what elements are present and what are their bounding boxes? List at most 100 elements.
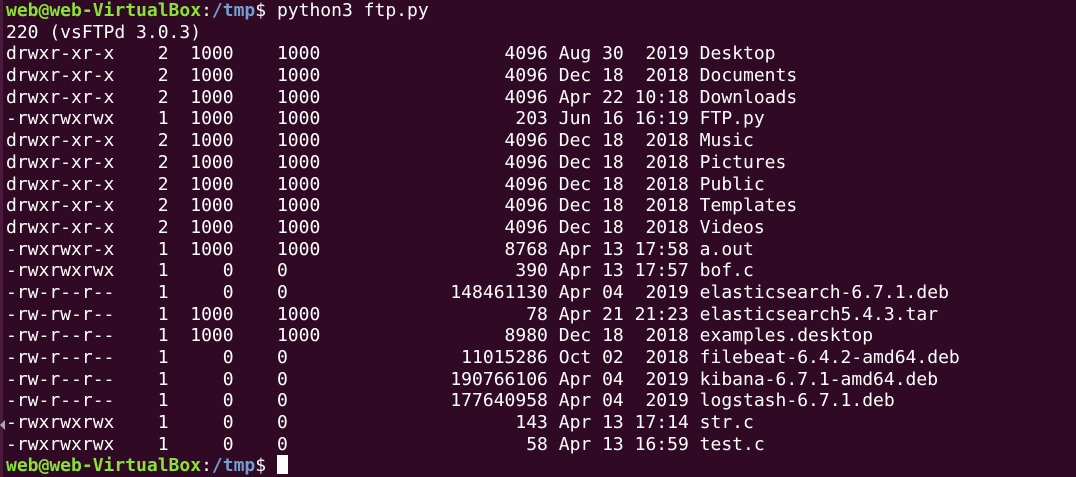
file-size: 4096 bbox=[450, 216, 548, 238]
file-month: Apr bbox=[558, 303, 592, 325]
file-link-count: 2 bbox=[114, 86, 169, 108]
listing-row: -rw-r--r-- 1 0 0 11015286 Oct 02 2018 fi… bbox=[6, 347, 1076, 369]
file-group: 0 bbox=[276, 281, 451, 303]
file-size: 78 bbox=[450, 303, 548, 325]
file-link-count: 1 bbox=[114, 303, 169, 325]
file-permissions: -rwxrwxrwx bbox=[6, 260, 115, 282]
file-link-count: 1 bbox=[114, 325, 169, 347]
file-time: 21:23 bbox=[634, 303, 689, 325]
file-link-count: 2 bbox=[114, 43, 169, 65]
file-name: filebeat-6.4.2-amd64.deb bbox=[699, 347, 960, 368]
file-name: Videos bbox=[699, 216, 765, 238]
file-size: 4096 bbox=[450, 65, 548, 87]
file-size: 4096 bbox=[450, 86, 548, 108]
file-owner: 1000 bbox=[179, 173, 234, 195]
file-name: logstash-6.7.1.deb bbox=[699, 390, 895, 412]
file-owner: 1000 bbox=[179, 108, 234, 130]
file-time: 2018 bbox=[634, 347, 689, 368]
file-day: 18 bbox=[602, 195, 624, 217]
file-group: 1000 bbox=[276, 130, 451, 152]
current-prompt-line[interactable]: web@web-VirtualBox:/tmp$ bbox=[6, 455, 1076, 477]
file-time: 17:58 bbox=[634, 238, 689, 260]
file-time: 17:14 bbox=[634, 412, 689, 434]
file-owner: 1000 bbox=[179, 86, 234, 108]
file-link-count: 2 bbox=[114, 216, 169, 238]
file-day: 04 bbox=[602, 368, 624, 390]
prompt-separator: : bbox=[201, 0, 212, 21]
file-group: 1000 bbox=[276, 238, 451, 260]
file-name: FTP.py bbox=[699, 108, 765, 130]
file-permissions: drwxr-xr-x bbox=[6, 86, 115, 108]
file-link-count: 1 bbox=[114, 281, 169, 303]
file-group: 1000 bbox=[276, 43, 451, 65]
file-name: elasticsearch5.4.3.tar bbox=[699, 303, 939, 325]
file-name: bof.c bbox=[699, 260, 754, 282]
file-month: Dec bbox=[558, 216, 592, 238]
file-size: 11015286 bbox=[450, 347, 548, 368]
file-name: kibana-6.7.1-amd64.deb bbox=[699, 368, 939, 390]
file-day: 18 bbox=[602, 130, 624, 152]
file-owner: 0 bbox=[179, 390, 234, 412]
file-month: Apr bbox=[558, 260, 592, 282]
file-listing: drwxr-xr-x 2 1000 1000 4096 Aug 30 2019 … bbox=[6, 43, 1076, 455]
file-size: 4096 bbox=[450, 195, 548, 217]
file-owner: 0 bbox=[179, 368, 234, 390]
listing-row: -rwxrwxr-x 1 1000 1000 8768 Apr 13 17:58… bbox=[6, 239, 1076, 261]
file-time: 2019 bbox=[634, 368, 689, 390]
prompt-user-host: web@web-VirtualBox bbox=[6, 455, 202, 477]
file-day: 18 bbox=[602, 151, 624, 173]
listing-row: -rwxrwxrwx 1 0 0 58 Apr 13 16:59 test.c bbox=[6, 434, 1076, 456]
file-link-count: 2 bbox=[114, 195, 169, 217]
file-month: Apr bbox=[558, 238, 592, 260]
text-cursor[interactable] bbox=[276, 455, 288, 475]
listing-row: drwxr-xr-x 2 1000 1000 4096 Apr 22 10:18… bbox=[6, 87, 1076, 109]
file-permissions: drwxr-xr-x bbox=[6, 43, 115, 65]
file-month: Dec bbox=[558, 130, 592, 152]
file-day: 18 bbox=[602, 65, 624, 87]
file-group: 1000 bbox=[276, 303, 451, 325]
file-permissions: -rwxrwxrwx bbox=[6, 412, 115, 434]
listing-row: drwxr-xr-x 2 1000 1000 4096 Dec 18 2018 … bbox=[6, 130, 1076, 152]
file-permissions: -rwxrwxrwx bbox=[6, 108, 115, 130]
file-month: Apr bbox=[558, 412, 592, 434]
file-size: 4096 bbox=[450, 130, 548, 152]
prompt-dollar: $ bbox=[255, 455, 267, 477]
file-time: 2019 bbox=[634, 43, 689, 65]
file-day: 04 bbox=[602, 281, 624, 303]
file-month: Apr bbox=[558, 390, 592, 412]
file-group: 0 bbox=[276, 347, 451, 368]
file-owner: 1000 bbox=[179, 195, 234, 217]
file-link-count: 1 bbox=[114, 347, 169, 368]
prompt-dollar: $ bbox=[255, 0, 267, 21]
listing-row: -rwxrwxrwx 1 1000 1000 203 Jun 16 16:19 … bbox=[6, 108, 1076, 130]
file-time: 2018 bbox=[634, 151, 689, 173]
file-time: 16:19 bbox=[634, 108, 689, 130]
file-month: Dec bbox=[558, 325, 592, 347]
server-greeting: 220 (vsFTPd 3.0.3) bbox=[6, 21, 202, 43]
file-size: 177640958 bbox=[450, 390, 548, 412]
listing-row: -rw-r--r-- 1 0 0 177640958 Apr 04 2019 l… bbox=[6, 390, 1076, 412]
file-link-count: 1 bbox=[114, 390, 169, 412]
file-month: Oct bbox=[558, 347, 592, 368]
listing-row: drwxr-xr-x 2 1000 1000 4096 Dec 18 2018 … bbox=[6, 65, 1076, 87]
file-day: 13 bbox=[602, 433, 624, 455]
file-size: 148461130 bbox=[450, 281, 548, 303]
file-time: 2018 bbox=[634, 130, 689, 152]
listing-row: -rwxrwxrwx 1 0 0 390 Apr 13 17:57 bof.c bbox=[6, 260, 1076, 282]
file-link-count: 2 bbox=[114, 65, 169, 87]
listing-row: drwxr-xr-x 2 1000 1000 4096 Dec 18 2018 … bbox=[6, 174, 1076, 196]
file-month: Apr bbox=[558, 86, 592, 108]
file-permissions: drwxr-xr-x bbox=[6, 65, 115, 87]
listing-row: -rw-rw-r-- 1 1000 1000 78 Apr 21 21:23 e… bbox=[6, 304, 1076, 326]
command-text: python3 ftp.py bbox=[266, 0, 429, 21]
file-time: 2018 bbox=[634, 65, 689, 87]
prompt-user-host: web@web-VirtualBox bbox=[6, 0, 202, 21]
file-size: 4096 bbox=[450, 151, 548, 173]
file-owner: 1000 bbox=[179, 238, 234, 260]
file-owner: 1000 bbox=[179, 151, 234, 173]
file-size: 4096 bbox=[450, 173, 548, 195]
terminal-window[interactable]: web@web-VirtualBox:/tmp$ python3 ftp.py … bbox=[0, 0, 1076, 477]
file-owner: 0 bbox=[179, 347, 234, 368]
file-month: Apr bbox=[558, 433, 592, 455]
file-name: Desktop bbox=[699, 43, 776, 65]
